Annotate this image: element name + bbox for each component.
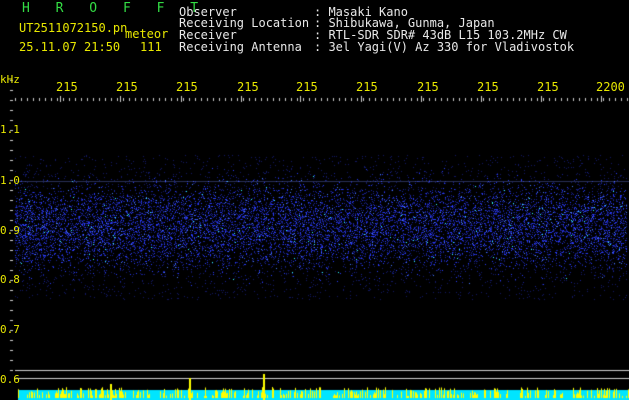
detection-count: 111 (140, 40, 162, 54)
x-tick-label: 215 (176, 80, 198, 94)
x-tick-label: 215 (417, 80, 439, 94)
antenna-label: Receiving Antenna (179, 40, 302, 54)
x-tick-label: 215 (356, 80, 378, 94)
x-tick-label: 215 (477, 80, 499, 94)
mode-label: meteor (125, 27, 169, 41)
antenna-value: : 3el Yagi(V) Az 330 for Vladivostok (314, 40, 575, 54)
date-time: 25.11.07 21:50 (19, 40, 121, 54)
y-axis-unit: kHz (0, 73, 20, 86)
x-tick-label: 215 (116, 80, 138, 94)
x-tick-label: 215 (56, 80, 78, 94)
y-tick-label: 0.7 (0, 323, 20, 336)
file-name: UT2511072150.pn (19, 21, 128, 35)
signal-level-bar (0, 380, 629, 400)
y-tick-label: 0.8 (0, 273, 20, 286)
x-tick-label: 215 (296, 80, 318, 94)
x-tick-label: 2200 (596, 80, 625, 94)
y-tick-label: 1.0 (0, 174, 20, 187)
waterfall-spectrogram (0, 0, 629, 400)
y-tick-label: 0.9 (0, 224, 20, 237)
x-tick-label: 215 (237, 80, 259, 94)
y-tick-label: 1.1 (0, 123, 20, 136)
x-tick-label: 215 (537, 80, 559, 94)
